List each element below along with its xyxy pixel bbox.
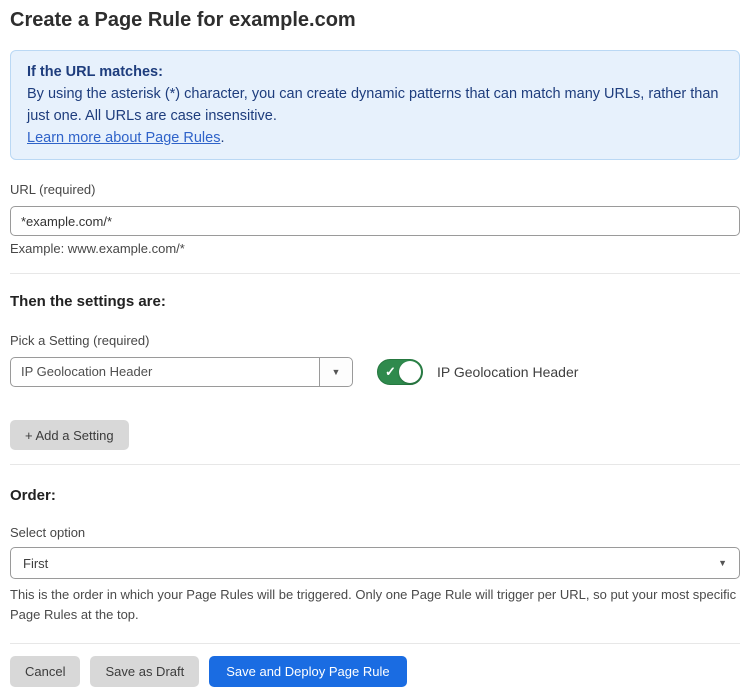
footer-actions: Cancel Save as Draft Save and Deploy Pag… bbox=[10, 656, 740, 687]
info-box-heading: If the URL matches: bbox=[27, 61, 723, 83]
setting-select-value: IP Geolocation Header bbox=[11, 358, 319, 386]
cancel-button[interactable]: Cancel bbox=[10, 656, 80, 687]
url-input[interactable] bbox=[10, 206, 740, 236]
toggle-label: IP Geolocation Header bbox=[437, 364, 578, 380]
add-setting-button[interactable]: + Add a Setting bbox=[10, 420, 129, 450]
caret-down-icon: ▼ bbox=[332, 367, 341, 377]
page-title: Create a Page Rule for example.com bbox=[10, 8, 740, 32]
create-page-rule-form: Create a Page Rule for example.com If th… bbox=[0, 0, 750, 687]
divider bbox=[10, 643, 740, 644]
caret-down-icon: ▼ bbox=[718, 558, 727, 568]
order-select[interactable]: First ▼ bbox=[10, 547, 740, 579]
setting-select[interactable]: IP Geolocation Header ▼ bbox=[10, 357, 353, 387]
settings-section-heading: Then the settings are: bbox=[10, 294, 740, 310]
caret-down-button[interactable]: ▼ bbox=[319, 358, 352, 386]
toggle-knob bbox=[399, 361, 421, 383]
order-section-heading: Order: bbox=[10, 488, 740, 504]
order-helper-text: This is the order in which your Page Rul… bbox=[10, 585, 740, 625]
url-field-helper: Example: www.example.com/* bbox=[10, 241, 740, 257]
ip-geolocation-toggle[interactable]: ✓ bbox=[377, 359, 423, 385]
check-icon: ✓ bbox=[385, 365, 396, 378]
save-deploy-button[interactable]: Save and Deploy Page Rule bbox=[209, 656, 406, 687]
setting-row: IP Geolocation Header ▼ ✓ IP Geolocation… bbox=[10, 357, 740, 387]
info-box-link-line: Learn more about Page Rules. bbox=[27, 127, 723, 149]
link-suffix: . bbox=[220, 130, 224, 146]
order-select-label: Select option bbox=[10, 525, 740, 541]
order-select-value: First bbox=[23, 556, 48, 571]
divider bbox=[10, 273, 740, 274]
url-field-label: URL (required) bbox=[10, 182, 740, 198]
save-draft-button[interactable]: Save as Draft bbox=[90, 656, 199, 687]
learn-more-link[interactable]: Learn more about Page Rules bbox=[27, 130, 220, 146]
url-match-info-box: If the URL matches: By using the asteris… bbox=[10, 50, 740, 160]
pick-setting-label: Pick a Setting (required) bbox=[10, 333, 740, 349]
divider bbox=[10, 464, 740, 465]
info-box-body: By using the asterisk (*) character, you… bbox=[27, 83, 723, 127]
